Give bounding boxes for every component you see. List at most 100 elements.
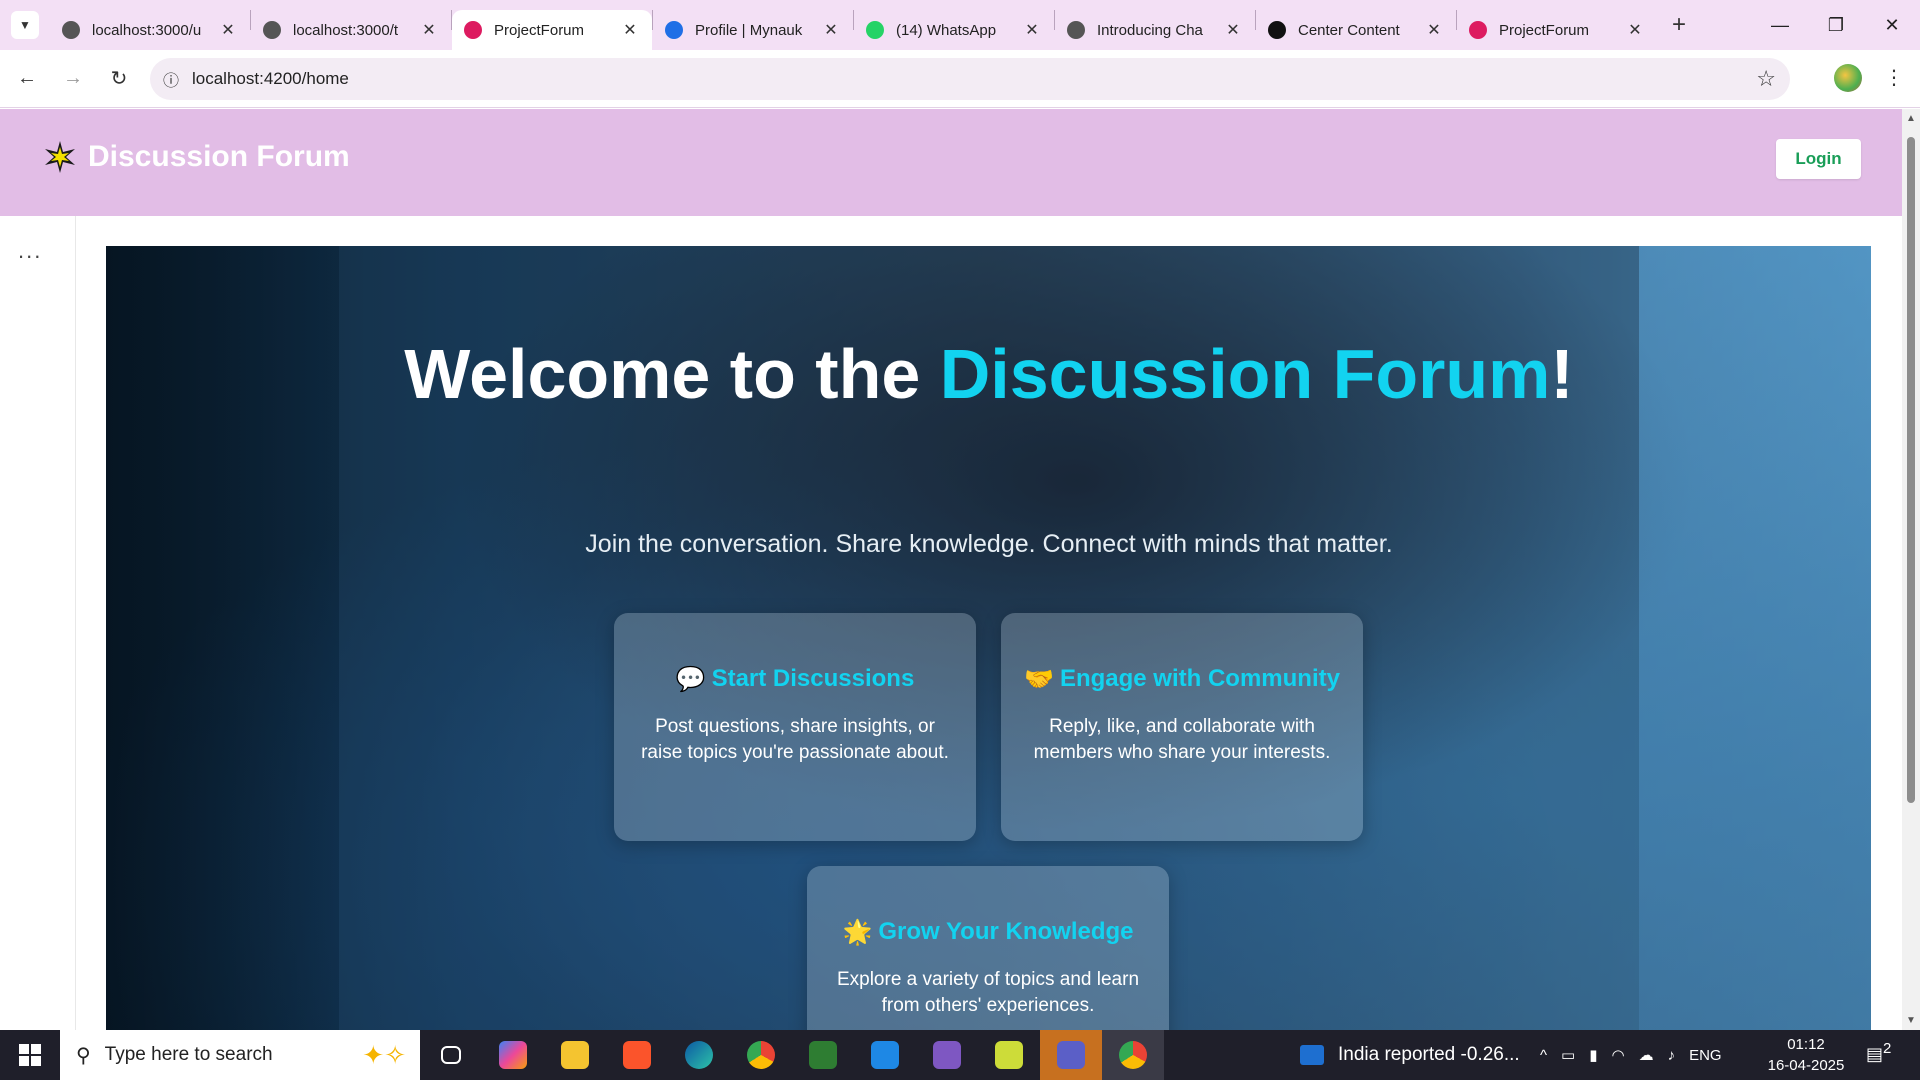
new-tab-button[interactable]: + [1661,7,1697,43]
scroll-thumb[interactable] [1907,137,1915,803]
feature-text: Explore a variety of topics and learn fr… [836,968,1140,1016]
search-icon: ⚲ [76,1044,91,1067]
speech-bubble-icon: 💬 [675,665,706,693]
site-info-icon[interactable]: ⓘ [150,67,192,91]
feature-card-grow-knowledge[interactable]: 🌟 Grow Your Knowledge Explore a variety o… [807,866,1169,1030]
openai-icon [1268,21,1286,39]
meet-icon[interactable]: ▭ [1561,1046,1575,1064]
tab-title: (14) WhatsApp [896,21,997,39]
globe-icon [62,21,80,39]
brave-icon[interactable] [606,1030,668,1080]
address-bar[interactable]: ⓘ localhost:4200/home ☆ [150,58,1790,100]
url-text[interactable]: localhost:4200/home [192,69,349,89]
browser-tab[interactable]: ProjectForum ✕ [1457,10,1657,50]
tab-title: localhost:3000/u [92,21,202,39]
feature-title: Grow Your Knowledge [878,918,1134,945]
reload-icon[interactable]: ↻ [100,60,138,98]
angular-icon [464,21,482,39]
feature-card-start-discussions[interactable]: 💬 Start Discussions Post questions, share… [614,613,976,841]
clock-date: 16-04-2025 [1767,1057,1845,1074]
language-indicator[interactable]: ENG [1689,1047,1722,1064]
tab-title: ProjectForum [1499,21,1590,39]
sidebar-menu-icon[interactable]: ... [18,238,42,264]
browser-menu-icon[interactable]: ⋮ [1880,64,1908,92]
snipping-tool-icon[interactable] [978,1030,1040,1080]
taskbar-search[interactable]: ⚲ Type here to search ✦✧ [60,1030,420,1080]
clock[interactable]: 01:12 16-04-2025 [1766,1034,1846,1076]
chevron-down-icon[interactable]: ▼ [11,11,39,39]
windows-start-icon[interactable] [0,1030,60,1080]
news-widget[interactable]: India reported -0.26... [1300,1030,1520,1080]
windows-taskbar: ⚲ Type here to search ✦✧ India reported … [0,1030,1920,1080]
restore-icon[interactable]: ❐ [1808,0,1864,50]
sparkle-icon: ✦✧ [362,1039,406,1070]
battery-icon[interactable]: ▮ [1589,1046,1597,1064]
volume-icon[interactable]: ♪ [1668,1047,1676,1064]
window-controls: — ❐ ✕ [1752,0,1920,50]
whatsapp-icon [866,21,884,39]
app-icon[interactable] [792,1030,854,1080]
tab-close-icon[interactable]: ✕ [1625,20,1645,40]
handshake-icon: 🤝 [1024,665,1054,693]
minimize-icon[interactable]: — [1752,0,1808,50]
login-button[interactable]: Login [1776,139,1861,179]
tab-title: Center Content [1298,21,1400,39]
tab-close-icon[interactable]: ✕ [1424,20,1444,40]
search-placeholder: Type here to search [104,1044,273,1065]
back-icon[interactable]: ← [8,60,46,98]
close-icon[interactable]: ✕ [1864,0,1920,50]
bookmark-star-icon[interactable]: ☆ [1756,66,1776,92]
browser-tab[interactable]: localhost:3000/t ✕ [251,10,451,50]
system-tray: ^ ▭ ▮ ◠ ☁ ♪ ENG [1540,1030,1736,1080]
chrome-icon[interactable] [730,1030,792,1080]
scroll-up-icon[interactable]: ▲ [1906,113,1916,124]
profile-avatar[interactable] [1834,64,1862,92]
brand[interactable]: Discussion Forum [42,139,350,175]
browser-tab-strip: ▼ localhost:3000/u ✕ localhost:3000/t ✕ Proj… [0,0,1920,50]
chrome-active-icon[interactable] [1102,1030,1164,1080]
task-view-icon[interactable] [420,1030,482,1080]
hero-title-end: ! [1550,335,1574,413]
tab-title: Profile | Mynauk [695,21,803,39]
hero-section: Welcome to the Discussion Forum! Join th… [106,246,1871,1030]
chevron-up-icon[interactable]: ^ [1540,1047,1547,1064]
tab-close-icon[interactable]: ✕ [620,20,640,40]
scroll-down-icon[interactable]: ▼ [1906,1015,1916,1026]
teams-icon[interactable] [1040,1030,1102,1080]
notification-count: 2 [1883,1040,1892,1057]
browser-tab[interactable]: ProjectForum ✕ [452,10,652,50]
page-scrollbar[interactable]: ▲ ▼ [1902,109,1920,1030]
profile-icon [665,21,683,39]
globe-icon [263,21,281,39]
tab-close-icon[interactable]: ✕ [821,20,841,40]
browser-tab[interactable]: (14) WhatsApp ✕ [854,10,1054,50]
notification-icon[interactable]: ▤2 [1866,1040,1891,1065]
vscode-icon[interactable] [854,1030,916,1080]
tab-close-icon[interactable]: ✕ [419,20,439,40]
sidebar: ... [0,216,76,1030]
cloud-icon[interactable]: ☁ [1639,1046,1654,1064]
openai-icon [1067,21,1085,39]
visual-studio-icon[interactable] [916,1030,978,1080]
tab-close-icon[interactable]: ✕ [218,20,238,40]
feature-text: Reply, like, and collaborate with member… [1033,715,1331,763]
file-explorer-icon[interactable] [544,1030,606,1080]
browser-tab[interactable]: Profile | Mynauk ✕ [653,10,853,50]
browser-tab[interactable]: localhost:3000/u ✕ [50,10,250,50]
tab-title: localhost:3000/t [293,21,399,39]
tab-close-icon[interactable]: ✕ [1022,20,1042,40]
browser-tab[interactable]: Introducing Cha ✕ [1055,10,1255,50]
feature-card-engage-community[interactable]: 🤝 Engage with Community Reply, like, and … [1001,613,1363,841]
app-header: Discussion Forum Login [0,109,1902,216]
hero-title: Welcome to the Discussion Forum! [339,326,1639,422]
wifi-icon[interactable]: ◠ [1612,1046,1625,1064]
tab-title: ProjectForum [494,21,585,39]
tab-close-icon[interactable]: ✕ [1223,20,1243,40]
browser-tab[interactable]: Center Content ✕ [1256,10,1456,50]
forward-icon[interactable]: → [54,60,92,98]
tab-search-menu[interactable]: ▼ [0,0,50,50]
brand-name: Discussion Forum [88,140,350,173]
edge-icon[interactable] [668,1030,730,1080]
hero-subtitle: Join the conversation. Share knowledge. … [585,530,1393,558]
copilot-icon[interactable] [482,1030,544,1080]
